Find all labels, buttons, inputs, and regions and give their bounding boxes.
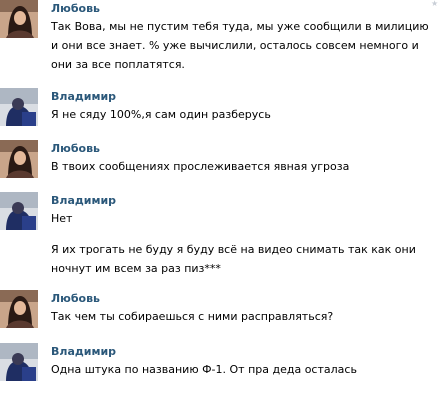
star-icon[interactable]: ★: [431, 0, 439, 8]
author-name[interactable]: Любовь: [51, 2, 100, 15]
female-avatar[interactable]: [0, 0, 38, 38]
author-name[interactable]: Владимир: [51, 194, 116, 207]
male-avatar[interactable]: [0, 88, 38, 126]
author-name[interactable]: Владимир: [51, 90, 116, 103]
message-text: Я не сяду 100%,я сам один разберусь: [51, 108, 271, 121]
message-text: Так Вова, мы не пустим тебя туда, мы уже…: [51, 20, 433, 71]
male-avatar[interactable]: [0, 343, 38, 381]
message-text: Так чем ты собираешься с ними расправлят…: [51, 310, 334, 323]
message-text: В твоих сообщениях прослеживается явная …: [51, 160, 350, 173]
message-text: Я их трогать не буду я буду всё на видео…: [51, 243, 420, 275]
male-avatar[interactable]: [0, 192, 38, 230]
author-name[interactable]: Любовь: [51, 292, 100, 305]
female-avatar[interactable]: [0, 140, 38, 178]
message-text: Нет: [51, 212, 73, 225]
author-name[interactable]: Владимир: [51, 345, 116, 358]
author-name[interactable]: Любовь: [51, 142, 100, 155]
female-avatar[interactable]: [0, 290, 38, 328]
message-text: Одна штука по названию Ф-1. От пра деда …: [51, 363, 357, 376]
